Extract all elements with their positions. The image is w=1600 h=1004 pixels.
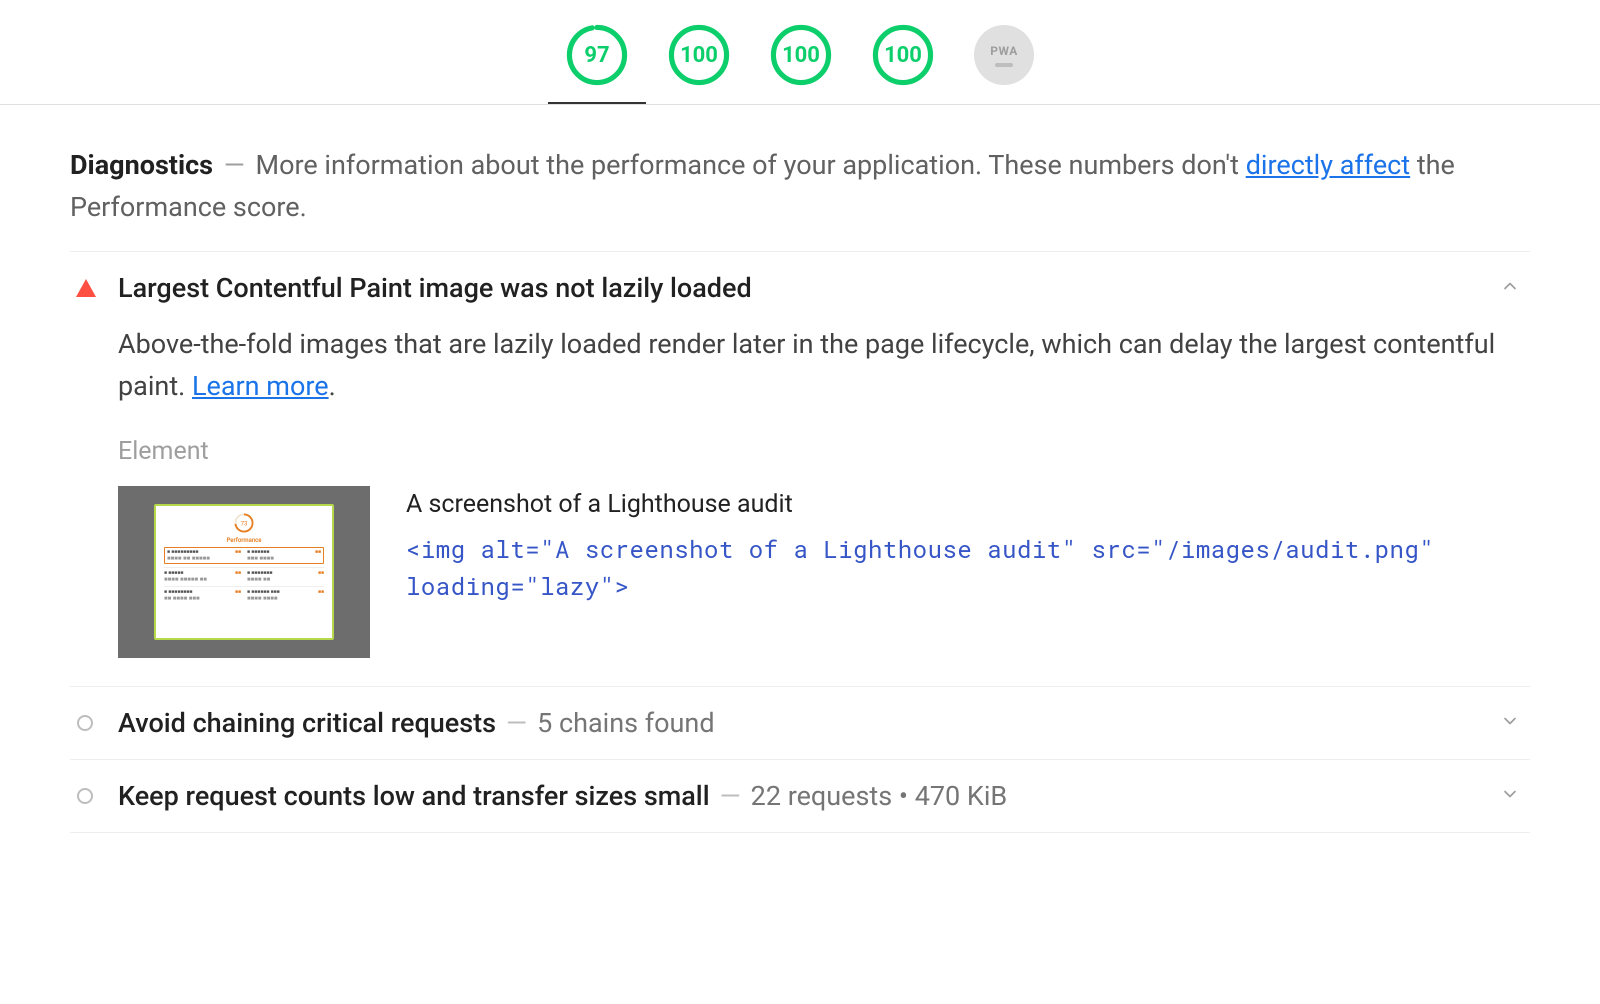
audit-meta: 5 chains found [537,707,714,739]
audit-header[interactable]: Avoid chaining critical requests — 5 cha… [70,687,1530,759]
svg-text:73: 73 [241,521,248,528]
element-heading: Element [118,437,1530,466]
audit-header[interactable]: Keep request counts low and transfer siz… [70,760,1530,832]
element-thumbnail: 73 Performance ■ ■■■■■■■■■■■■■ ■■ ■■■■■■… [118,486,370,658]
warning-triangle-icon [70,279,118,297]
score-gauge-seo[interactable]: 100 [872,24,934,86]
pwa-status-bar-icon [995,63,1013,67]
score-bar: 97 100 100 100 PWA [0,0,1600,105]
neutral-circle-icon [70,714,118,732]
pwa-badge[interactable]: PWA [974,25,1034,85]
audit-request-counts: Keep request counts low and transfer siz… [70,760,1530,833]
audit-meta: 22 requests • 470 KiB [751,780,1008,812]
audit-header[interactable]: Largest Contentful Paint image was not l… [70,252,1530,324]
audit-desc-after: . [329,370,336,402]
diagnostics-desc-before: More information about the performance o… [256,149,1246,181]
score-value: 100 [770,24,832,86]
audit-title: Avoid chaining critical requests [118,707,496,739]
score-gauge-performance[interactable]: 97 [566,24,628,86]
score-value: 100 [668,24,730,86]
audit-title: Largest Contentful Paint image was not l… [118,272,752,304]
score-value: 97 [566,24,628,86]
neutral-circle-icon [70,787,118,805]
audit-lcp-lazy: Largest Contentful Paint image was not l… [70,252,1530,688]
audit-critical-chains: Avoid chaining critical requests — 5 cha… [70,687,1530,760]
diagnostics-link[interactable]: directly affect [1246,149,1410,181]
element-code: <img alt="A screenshot of a Lighthouse a… [406,531,1530,605]
learn-more-link[interactable]: Learn more [192,370,329,402]
audit-body: Above-the-fold images that are lazily lo… [70,324,1530,687]
pwa-label: PWA [990,44,1018,58]
diagnostics-header: Diagnostics — More information about the… [70,145,1530,252]
audit-title: Keep request counts low and transfer siz… [118,780,710,812]
score-value: 100 [872,24,934,86]
chevron-down-icon [1500,784,1520,808]
chevron-down-icon [1500,711,1520,735]
element-caption: A screenshot of a Lighthouse audit [406,486,1530,525]
diagnostics-title: Diagnostics [70,149,213,181]
score-gauge-best-practices[interactable]: 100 [770,24,832,86]
score-gauge-accessibility[interactable]: 100 [668,24,730,86]
chevron-up-icon [1500,276,1520,300]
